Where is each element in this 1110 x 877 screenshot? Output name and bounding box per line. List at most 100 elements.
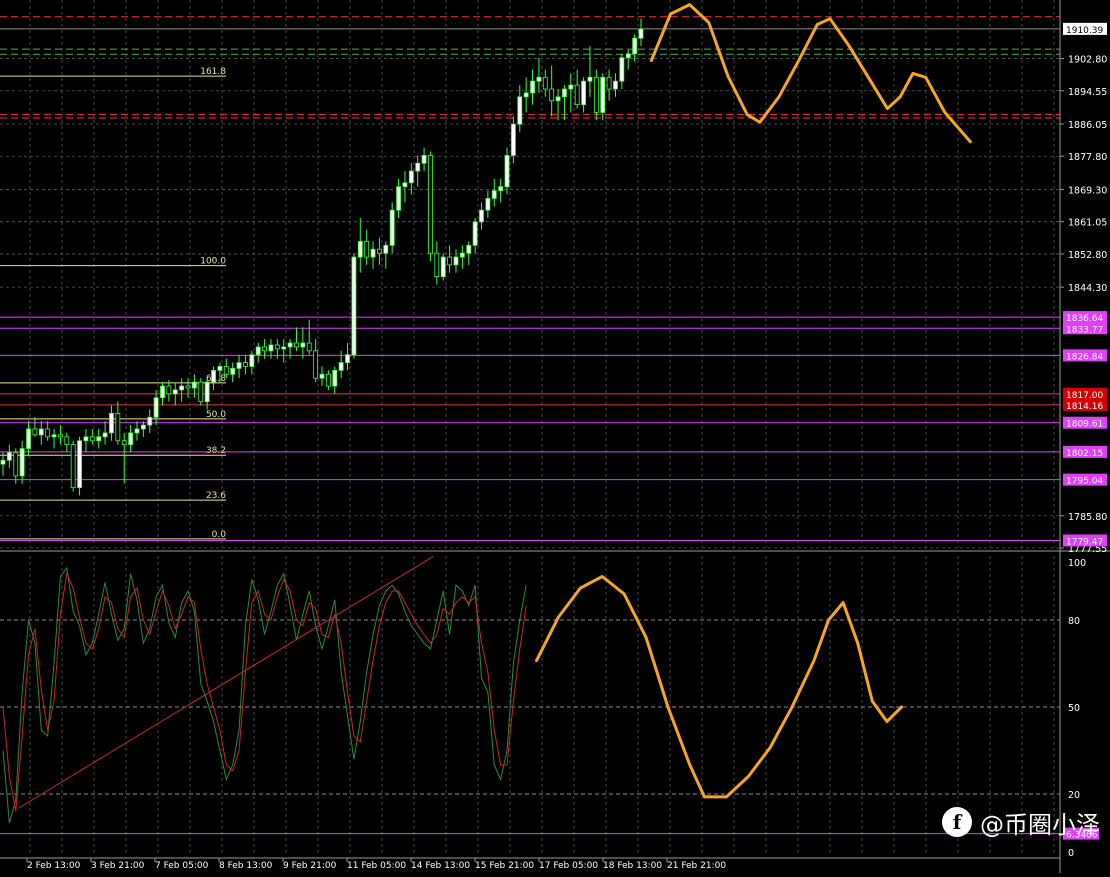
level-tag-label: 1802.15: [1066, 449, 1103, 459]
y-tick-label: 1785.80: [1068, 512, 1107, 523]
candle-body: [58, 434, 63, 438]
candle-body: [83, 436, 89, 442]
candle-body: [236, 362, 242, 369]
candle-body: [26, 428, 31, 449]
stochastic-trend-line: [17, 555, 434, 809]
candle-body: [408, 170, 414, 184]
candle-body: [185, 385, 191, 389]
watermark-text: @币圈小泽: [980, 810, 1100, 839]
candle-body: [377, 248, 382, 254]
candle-body: [479, 209, 484, 223]
stochastic-projection-curve: [535, 575, 904, 799]
candle-body: [434, 252, 440, 277]
candle-body: [89, 436, 95, 442]
stoch-y-tick-label: 50: [1068, 703, 1080, 714]
x-tick-label: 3 Feb 21:00: [91, 861, 145, 871]
candle-body: [536, 76, 542, 82]
candle-body: [466, 244, 472, 254]
candle-body: [402, 182, 408, 188]
candle-body: [364, 241, 370, 258]
stoch-y-tick-label: 0: [1068, 848, 1074, 859]
candle-body: [204, 381, 210, 403]
candle-body: [121, 440, 127, 446]
candle-body: [593, 76, 599, 113]
stoch-y-tick-label: 80: [1068, 616, 1080, 627]
candle-body: [211, 369, 216, 383]
candle-body: [389, 209, 395, 246]
annotation-layer: [535, 3, 972, 799]
candle-body: [223, 366, 229, 375]
candle-body: [574, 84, 580, 106]
candle-body: [179, 385, 185, 391]
candle-body: [383, 244, 389, 254]
candle-body: [287, 342, 293, 348]
candles-layer: [0, 18, 644, 496]
candle-body: [338, 362, 344, 371]
y-tick-label: 1861.05: [1068, 218, 1107, 229]
x-tick-label: 9 Feb 21:00: [283, 861, 337, 871]
y-tick-label: 1886.05: [1068, 120, 1107, 131]
grid-layer: [0, 0, 1060, 856]
candle-body: [332, 369, 338, 387]
candle-body: [191, 381, 197, 389]
fib-level-label: 38.2: [206, 446, 226, 456]
chart-area: 161.8 100.0 61.8 50.0 38.2 23.6 0.0 1902.80 189…: [0, 0, 1110, 873]
candle-body: [606, 76, 612, 90]
candle-body: [140, 424, 146, 430]
candle-body: [128, 432, 134, 446]
candle-body: [281, 346, 287, 350]
candle-body: [64, 436, 70, 446]
x-tick-label: 11 Feb 05:00: [347, 861, 406, 871]
candle-body: [510, 123, 516, 156]
candle-body: [217, 366, 223, 371]
candle-body: [115, 412, 121, 442]
stochastic-line: [2, 571, 527, 812]
y-tick-label: 1894.55: [1068, 87, 1107, 98]
candle-body: [230, 368, 236, 375]
candle-body: [172, 389, 178, 395]
x-tick-label: 2 Feb 13:00: [27, 861, 81, 871]
level-tag-label: 1826.84: [1066, 352, 1103, 362]
candle-body: [325, 373, 331, 387]
fib-level-label: 100.0: [200, 257, 226, 267]
x-tick-label: 15 Feb 21:00: [475, 861, 534, 871]
candle-body: [300, 342, 306, 348]
candle-body: [19, 448, 25, 477]
candle-body: [45, 428, 51, 438]
candle-body: [313, 350, 319, 379]
candle-body: [491, 190, 497, 199]
level-tag-label: 1795.04: [1066, 477, 1103, 487]
candle-body: [504, 155, 510, 188]
candle-body: [255, 346, 261, 356]
candle-body: [530, 80, 535, 94]
candle-body: [102, 432, 108, 438]
candle-body: [619, 57, 625, 82]
candle-body: [134, 428, 140, 434]
candle-body: [447, 256, 453, 266]
candle-body: [555, 96, 561, 102]
candle-body: [632, 37, 638, 55]
candle-body: [243, 362, 248, 367]
candle-body: [396, 186, 401, 211]
fib-level-label: 161.8: [200, 67, 226, 77]
candle-body: [319, 373, 325, 379]
candle-body: [485, 198, 491, 211]
candle-body: [581, 80, 586, 106]
fib-level-label: 23.6: [206, 491, 226, 501]
chart-svg: 161.8100.061.850.038.223.60.0 1902.80189…: [0, 0, 1110, 873]
candle-body: [498, 186, 504, 192]
candle-body: [587, 76, 593, 82]
candle-body: [415, 162, 421, 172]
candle-body: [249, 354, 255, 367]
candle-body: [160, 385, 165, 399]
candle-body: [523, 92, 529, 98]
candle-body: [109, 412, 114, 434]
candle-body: [6, 452, 12, 461]
candle-body: [549, 88, 555, 102]
y-tick-label: 1869.30: [1068, 185, 1107, 196]
price-projection-curve: [649, 3, 972, 144]
level-tag-label: 1809.61: [1066, 420, 1103, 430]
y-tick-label: 1844.30: [1068, 283, 1107, 294]
candle-body: [262, 346, 267, 352]
x-tick-label: 8 Feb 13:00: [219, 861, 273, 871]
